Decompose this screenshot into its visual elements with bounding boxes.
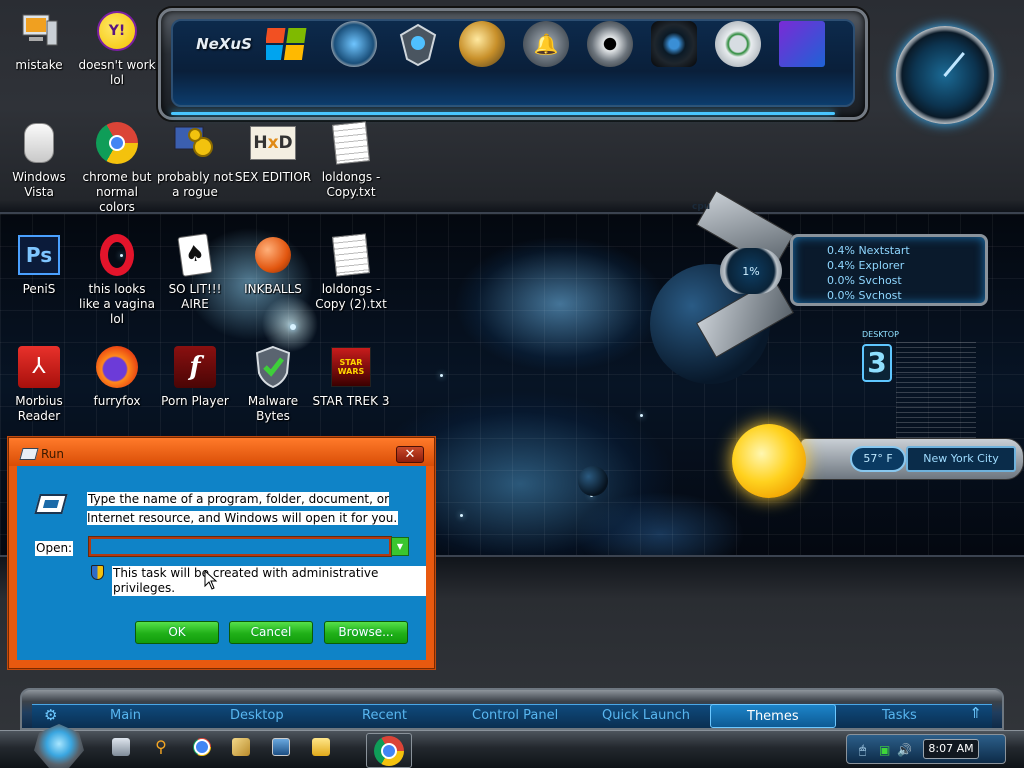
- network-status-icon[interactable]: ▣: [879, 743, 890, 757]
- photoshop-icon: Ps: [16, 232, 62, 278]
- dialog-description: Type the name of a program, folder, docu…: [87, 492, 399, 525]
- solitaire-icon: ♠: [172, 232, 218, 278]
- desktop-icon-opera[interactable]: this looks like a vagina lol: [77, 232, 157, 327]
- process-row: 0.0% Svchost: [827, 274, 902, 287]
- tab-recent[interactable]: Recent: [362, 708, 407, 723]
- star-wars-icon: STAR WARS: [328, 344, 374, 390]
- open-input[interactable]: [88, 536, 392, 557]
- bell-icon[interactable]: 🔔: [520, 18, 572, 70]
- pdf-reader-icon: ⅄: [16, 344, 62, 390]
- desktop-icon-solitaire[interactable]: ♠ SO LIT!!! AIRE: [155, 232, 235, 312]
- system-clock[interactable]: 8:07 AM: [923, 739, 979, 759]
- system-tray: 🖱 ▣ 🔊 8:07 AM: [846, 734, 1006, 764]
- camera-icon[interactable]: [648, 18, 700, 70]
- gauge-icon[interactable]: [712, 18, 764, 70]
- globe-icon[interactable]: [456, 18, 508, 70]
- desktop-icon-star-trek-3[interactable]: STAR WARS STAR TREK 3: [311, 344, 391, 409]
- weather-gadget: 57° F New York City: [730, 416, 1024, 498]
- sun-icon: [732, 424, 806, 498]
- speaker-icon[interactable]: [584, 18, 636, 70]
- library-icon[interactable]: [232, 738, 250, 756]
- chrome-icon: [94, 120, 140, 166]
- open-label: Open:: [35, 541, 74, 556]
- shield-icon: [250, 344, 296, 390]
- desktop-caption: DESKTOP: [862, 330, 899, 339]
- computer-icon: [16, 8, 62, 54]
- tab-themes[interactable]: Themes: [710, 704, 836, 728]
- ok-button[interactable]: OK: [135, 621, 219, 644]
- cpu-gadget: cpu 0.4% Nextstart 0.4% Explorer 0.0% Sv…: [680, 190, 995, 358]
- tab-main[interactable]: Main: [110, 708, 141, 723]
- nexus-icon[interactable]: NeXuS: [196, 18, 252, 70]
- chrome-quicklaunch-icon[interactable]: [193, 738, 211, 756]
- windows-icon[interactable]: [262, 18, 314, 70]
- volume-icon[interactable]: 🔊: [897, 743, 912, 757]
- desktop-icon-loldongs-copy-2[interactable]: loldongs - Copy (2).txt: [311, 232, 391, 312]
- dialog-body: Type the name of a program, folder, docu…: [17, 466, 426, 660]
- folder-icon[interactable]: [312, 738, 330, 756]
- shield-wing-icon[interactable]: [392, 18, 444, 70]
- cancel-button[interactable]: Cancel: [229, 621, 313, 644]
- temperature: 57° F: [850, 446, 906, 472]
- yahoo-messenger-icon: Y!: [94, 8, 140, 54]
- hxd-icon: HxD: [250, 120, 296, 166]
- cpu-tag: cpu: [692, 202, 711, 212]
- close-button[interactable]: ✕: [396, 446, 424, 463]
- mouse-icon[interactable]: 🖱: [859, 743, 866, 758]
- gears-icon: [172, 120, 218, 166]
- desktop-icon-malware-bytes[interactable]: Malware Bytes: [233, 344, 313, 424]
- tab-tasks[interactable]: Tasks: [882, 708, 917, 723]
- taskbar-chrome-button[interactable]: [366, 733, 412, 768]
- moon: [578, 466, 608, 496]
- window-switch-icon[interactable]: [272, 738, 290, 756]
- chrome-icon: [374, 736, 404, 766]
- text-file-icon: [328, 232, 374, 278]
- inkball-icon: [250, 232, 296, 278]
- desktop-icon-mistake[interactable]: mistake: [0, 8, 79, 73]
- arrow-up-icon[interactable]: ⇑: [969, 704, 982, 722]
- opera-icon: [94, 232, 140, 278]
- vista-icon: [16, 120, 62, 166]
- process-list: 0.4% Nextstart 0.4% Explorer 0.0% Svchos…: [790, 234, 988, 306]
- run-icon: [19, 448, 39, 460]
- desktop-icon-porn-player[interactable]: f Porn Player: [155, 344, 235, 409]
- launcher-bar: ⚙ Main Desktop Recent Control Panel Quic…: [20, 688, 1004, 730]
- desktop-icon-inkballs[interactable]: INKBALLS: [233, 232, 313, 297]
- tab-desktop[interactable]: Desktop: [230, 708, 284, 723]
- desktop-icon-penis[interactable]: Ps PeniS: [0, 232, 79, 297]
- tab-quick-launch[interactable]: Quick Launch: [602, 708, 690, 723]
- search-icon[interactable]: ⚲: [152, 738, 170, 756]
- desktop-icon-furryfox[interactable]: furryfox: [77, 344, 157, 409]
- network-icon[interactable]: [328, 18, 380, 70]
- desktop-icon-morbius-reader[interactable]: ⅄ Morbius Reader: [0, 344, 79, 424]
- desktop-icon-sex-editior[interactable]: HxD SEX EDITIOR: [233, 120, 313, 185]
- desktop-number[interactable]: 3: [862, 344, 892, 382]
- desktop-icon-doesnt-work[interactable]: Y! doesn't work lol: [77, 8, 157, 88]
- run-program-icon: [34, 494, 68, 514]
- run-dialog: Run ✕ Type the name of a program, folder…: [8, 437, 435, 669]
- tab-control-panel[interactable]: Control Panel: [472, 708, 558, 723]
- firefox-icon: [94, 344, 140, 390]
- chevron-down-icon[interactable]: ▼: [391, 537, 409, 556]
- uac-shield-icon: [91, 565, 104, 580]
- desktop-icon-windows-vista[interactable]: Windows Vista: [0, 120, 79, 200]
- process-row: 0.4% Explorer: [827, 259, 905, 272]
- admin-note: This task will be created with administr…: [112, 566, 426, 596]
- browse-button[interactable]: Browse...: [324, 621, 408, 644]
- process-row: 0.4% Nextstart: [827, 244, 910, 257]
- desktop-icon-loldongs-copy[interactable]: loldongs - Copy.txt: [311, 120, 391, 200]
- weather-city: New York City: [906, 446, 1016, 472]
- dialog-title: Run: [41, 447, 65, 461]
- gear-icon[interactable]: ⚙: [44, 706, 57, 724]
- monitor-icon[interactable]: [776, 18, 828, 70]
- desktop-icon-probably-not-a-rogue[interactable]: probably not a rogue: [155, 120, 235, 200]
- show-desktop-icon[interactable]: [112, 738, 130, 756]
- process-row: 0.0% Svchost: [827, 289, 902, 302]
- dialog-titlebar[interactable]: Run ✕: [9, 438, 434, 466]
- clock-gadget: [896, 26, 994, 124]
- desktop-icon-chrome[interactable]: chrome but normal colors: [77, 120, 157, 215]
- text-file-icon: [328, 120, 374, 166]
- flash-player-icon: f: [172, 344, 218, 390]
- cpu-usage-dial: 1%: [720, 248, 782, 294]
